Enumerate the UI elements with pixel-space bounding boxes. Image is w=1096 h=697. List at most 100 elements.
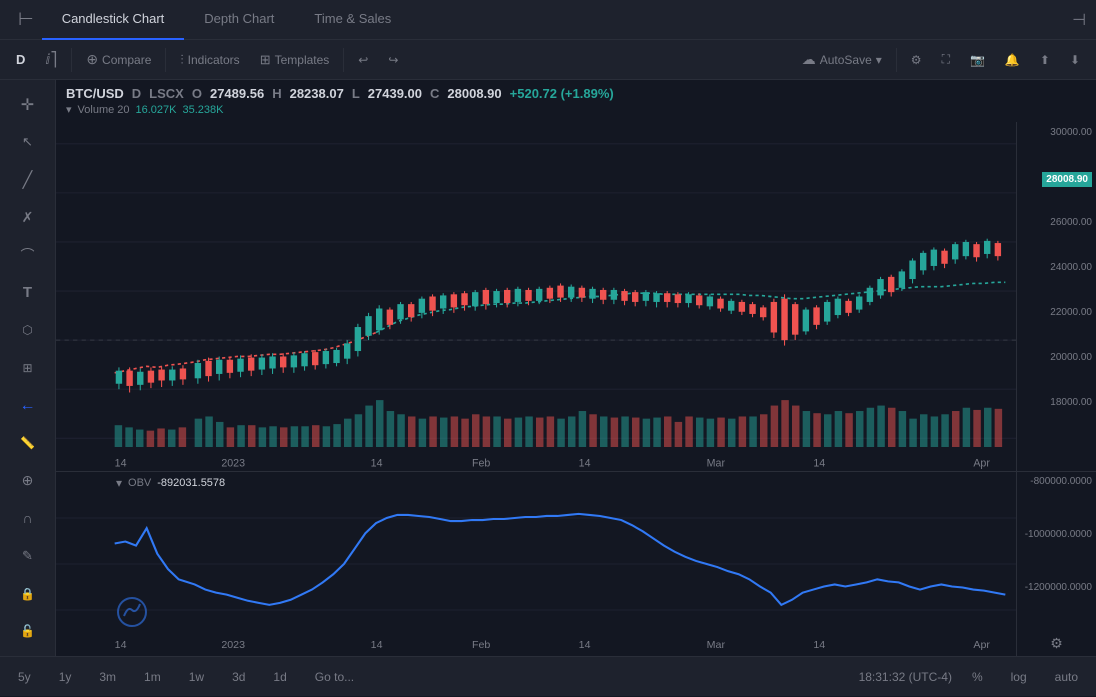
settings-icon: ⚙ (911, 53, 922, 67)
measure-icon: ⊞ (22, 361, 32, 375)
screenshot-btn[interactable]: 📷 (962, 49, 993, 71)
period-1d[interactable]: 1d (265, 668, 294, 686)
crosshair-icon: ✛ (21, 95, 34, 115)
magnet-tool[interactable]: ∩ (10, 502, 46, 536)
volume2: 35.238K (183, 104, 224, 116)
settings-btn[interactable]: ⚙ (903, 49, 930, 71)
measure-tool[interactable]: ⊞ (10, 351, 46, 385)
sidebar-toggle-icon[interactable]: ⊢ (10, 9, 42, 30)
svg-text:14: 14 (813, 640, 825, 651)
period-1w[interactable]: 1w (181, 668, 212, 686)
fullscreen-btn[interactable]: ⛶ (934, 48, 958, 71)
svg-text:Feb: Feb (472, 458, 490, 470)
text-tool[interactable]: T (10, 276, 46, 310)
period-3m[interactable]: 3m (91, 668, 124, 686)
pencil-tool[interactable]: ✎ (10, 539, 46, 573)
period-selector[interactable]: D (8, 48, 33, 71)
price-30000: 30000.00 (1050, 127, 1092, 138)
download-btn[interactable]: ⬇ (1062, 49, 1088, 71)
ruler-tool[interactable]: 📏 (10, 426, 46, 460)
obv-label: OBV (128, 477, 151, 489)
indicators-btn[interactable]: ⫶ Indicators (172, 48, 247, 72)
bottom-bar: 5y 1y 3m 1m 1w 3d 1d Go to... 18:31:32 (… (0, 656, 1096, 696)
text-icon: T (23, 284, 32, 301)
autosave-btn[interactable]: ☁ AutoSave ▾ (794, 47, 890, 72)
back-tool[interactable]: ← (10, 389, 46, 423)
svg-text:14: 14 (371, 458, 383, 470)
high-value: 28238.07 (290, 86, 344, 101)
goto-btn[interactable]: Go to... (307, 668, 362, 686)
chart-info-row2: ▾ Volume 20 16.027K 35.238K (66, 103, 1086, 116)
zoom-tool[interactable]: ⊕ (10, 464, 46, 498)
redo-btn[interactable]: ↪ (380, 49, 406, 71)
templates-btn[interactable]: ⊞ Templates (252, 48, 338, 72)
volume-label: Volume 20 (78, 104, 130, 116)
charts-area: 14 2023 14 Feb 14 Mar 14 Apr 30000.00 (56, 122, 1096, 656)
xmark-icon: ✗ (22, 209, 34, 226)
obv-chevron[interactable]: ▾ (116, 476, 122, 490)
cursor-icon: ↖ (22, 134, 33, 150)
volume1: 16.027K (136, 104, 177, 116)
svg-text:14: 14 (115, 458, 127, 470)
candlestick-svg: 14 2023 14 Feb 14 Mar 14 Apr (56, 122, 1016, 471)
chevron-down-icon[interactable]: ▾ (66, 103, 72, 116)
tab-candlestick[interactable]: Candlestick Chart (42, 0, 185, 40)
svg-text:14: 14 (371, 640, 383, 651)
period-1m[interactable]: 1m (136, 668, 169, 686)
collapse-icon[interactable]: ⊣ (1072, 10, 1086, 30)
high-label: H (272, 86, 281, 101)
cloud-icon: ☁ (802, 51, 816, 68)
chart-info: BTC/USD D LSCX O 27489.56 H 28238.07 L 2… (56, 80, 1096, 122)
fullscreen-icon: ⛶ (942, 52, 950, 67)
chart-type-btn[interactable]: ⅈ⎤ (37, 47, 65, 72)
obv-chart[interactable]: 14 2023 14 Feb 14 Mar 14 Apr (56, 472, 1016, 656)
tab-time-sales[interactable]: Time & Sales (294, 0, 411, 40)
upload-btn[interactable]: ⬆ (1032, 49, 1058, 71)
undo-icon: ↩ (358, 53, 368, 67)
back-icon: ← (20, 397, 36, 415)
crosshair-tool[interactable]: ✛ (10, 88, 46, 122)
watermark (116, 596, 148, 631)
draw-xmark-tool[interactable]: ✗ (10, 201, 46, 235)
draw-line-tool[interactable]: ╱ (10, 163, 46, 197)
sep2 (165, 48, 166, 72)
price-change: +520.72 (+1.89%) (510, 86, 614, 101)
open-label: O (192, 86, 202, 101)
low-value: 27439.00 (368, 86, 422, 101)
draw-curve-tool[interactable]: ⌒ (10, 238, 46, 272)
redo-icon: ↪ (388, 53, 398, 67)
svg-text:14: 14 (579, 640, 591, 651)
svg-text:Apr: Apr (973, 640, 990, 651)
price-26000: 26000.00 (1050, 217, 1092, 228)
period-5y[interactable]: 5y (10, 668, 39, 686)
auto-btn[interactable]: auto (1047, 668, 1086, 686)
undo-btn[interactable]: ↩ (350, 49, 376, 71)
close-label: C (430, 86, 439, 101)
exchange-label: LSCX (149, 86, 184, 101)
lock-tool[interactable]: 🔒 (10, 577, 46, 611)
current-price-label: 28008.90 (1042, 172, 1092, 187)
node-tool[interactable]: ⬡ (10, 314, 46, 348)
obv-panel: ▾ OBV -892031.5578 14 (56, 471, 1096, 656)
percent-btn[interactable]: % (964, 668, 991, 686)
chart-type-icon: ⅈ⎤ (45, 51, 57, 68)
price-axis: 30000.00 28008.90 26000.00 24000.00 2200… (1016, 122, 1096, 471)
price-28000: 28008.90 (1042, 172, 1092, 187)
candlestick-canvas[interactable]: 14 2023 14 Feb 14 Mar 14 Apr (56, 122, 1016, 471)
period-1y[interactable]: 1y (51, 668, 80, 686)
tab-depth[interactable]: Depth Chart (184, 0, 294, 40)
obv-value: -892031.5578 (157, 477, 225, 489)
price-20000: 20000.00 (1050, 352, 1092, 363)
log-btn[interactable]: log (1003, 668, 1035, 686)
period-label: D (132, 86, 141, 101)
obv-settings-icon[interactable]: ⚙ (1021, 635, 1092, 652)
cursor-tool[interactable]: ↖ (10, 126, 46, 160)
lock2-tool[interactable]: 🔓 (10, 614, 46, 648)
alert-btn[interactable]: 🔔 (997, 49, 1028, 71)
chevron-icon: ▾ (876, 53, 882, 67)
zoom-icon: ⊕ (22, 472, 34, 489)
line-icon: ╱ (23, 170, 33, 190)
obv-header: ▾ OBV -892031.5578 (116, 476, 225, 490)
period-3d[interactable]: 3d (224, 668, 253, 686)
compare-btn[interactable]: ⊕ Compare (78, 47, 159, 72)
